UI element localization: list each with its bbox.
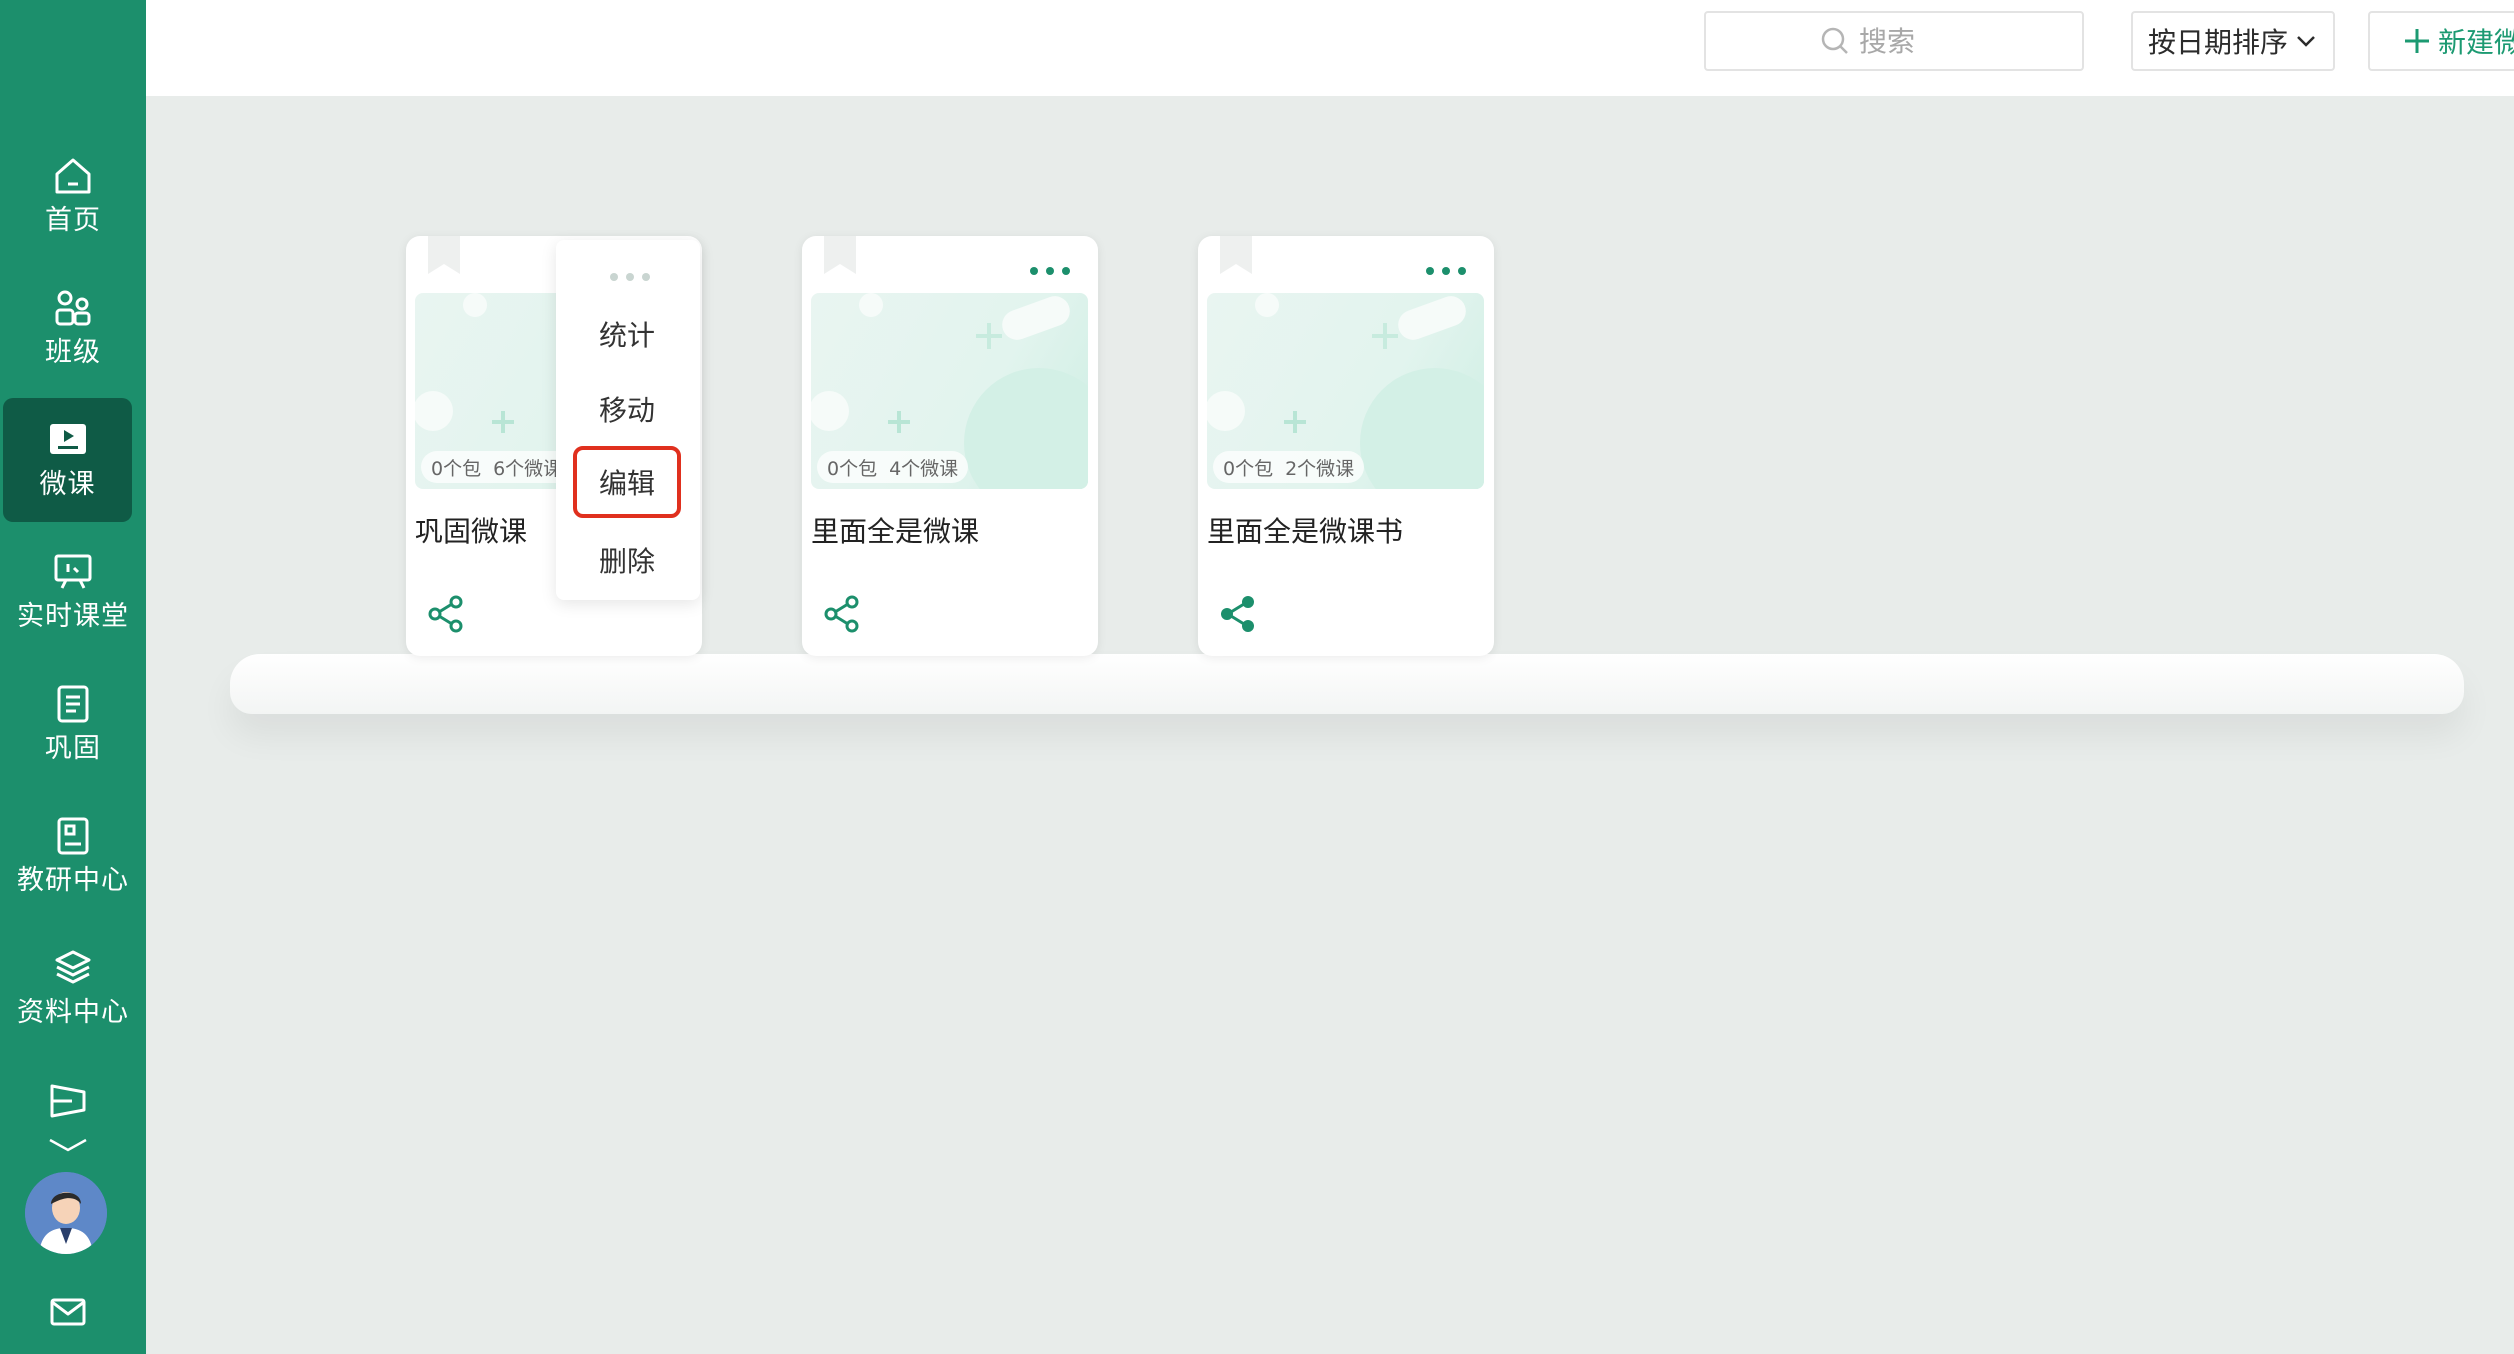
sidebar-item-label: 实时课堂: [17, 601, 129, 632]
package-count: 0个包: [1223, 457, 1274, 480]
menu-item-edit[interactable]: 编辑: [573, 446, 681, 518]
top-bar: 按日期排序 新建微课包: [146, 0, 2514, 96]
bookmark-icon[interactable]: [428, 236, 460, 274]
package-counts: 0个包 6个微课: [421, 451, 573, 483]
package-counts: 0个包 2个微课: [1213, 451, 1365, 483]
sidebar-item-label: 教研中心: [17, 865, 129, 896]
sidebar-item-home[interactable]: 首页: [0, 134, 146, 258]
sidebar-item-research[interactable]: 教研中心: [0, 794, 146, 918]
chevron-down-icon: [2297, 36, 2315, 47]
menu-item-statistics[interactable]: 统计: [573, 298, 681, 370]
users-icon: [55, 290, 91, 326]
package-count: 0个包: [431, 457, 482, 480]
package-cover: 0个包 4个微课: [811, 293, 1088, 489]
notebook-icon: [57, 685, 89, 723]
chevron-down-icon[interactable]: [46, 1128, 90, 1164]
live-class-icon: [54, 554, 92, 589]
search-box[interactable]: [1704, 11, 2084, 71]
menu-item-delete[interactable]: 删除: [573, 524, 681, 596]
package-cover: 0个包 2个微课: [1207, 293, 1484, 489]
card-options-menu: 统计 移动 编辑 删除: [556, 240, 700, 600]
new-package-button[interactable]: 新建微课包: [2368, 11, 2514, 71]
sidebar-item-live-class[interactable]: 实时课堂: [0, 530, 146, 654]
package-title: 巩固微课: [415, 515, 528, 548]
menu-item-move[interactable]: 移动: [573, 373, 681, 445]
package-card[interactable]: 0个包 2个微课 里面全是微课书: [1198, 236, 1494, 656]
share-icon[interactable]: [1218, 594, 1258, 634]
video-lesson-icon: [49, 424, 86, 454]
send-icon[interactable]: [46, 1078, 90, 1122]
share-icon[interactable]: [426, 594, 466, 634]
sort-label: 按日期排序: [2147, 26, 2288, 59]
bookmark-icon[interactable]: [1220, 236, 1252, 274]
sort-dropdown[interactable]: 按日期排序: [2131, 11, 2335, 71]
package-card[interactable]: 0个包 4个微课 里面全是微课: [802, 236, 1098, 656]
lesson-count: 2个微课: [1285, 457, 1355, 480]
user-avatar-icon[interactable]: [25, 1172, 107, 1254]
home-icon: [55, 158, 91, 194]
lesson-count: 4个微课: [889, 457, 959, 480]
sidebar-item-label: 微课: [39, 469, 96, 500]
bookmark-icon[interactable]: [824, 236, 856, 274]
sidebar-item-class[interactable]: 班级: [0, 266, 146, 390]
package-title: 里面全是微课书: [1207, 515, 1404, 548]
mail-icon[interactable]: [46, 1290, 90, 1334]
package-count: 0个包: [827, 457, 878, 480]
sidebar-item-label: 首页: [45, 205, 101, 236]
layers-icon: [55, 950, 91, 984]
share-icon[interactable]: [822, 594, 862, 634]
sidebar: 首页 班级 微课 实时课堂 巩固 教研中心 资料中心: [0, 0, 146, 1354]
sidebar-item-label: 巩固: [45, 733, 101, 764]
plus-icon: [2404, 29, 2429, 53]
sidebar-item-resources[interactable]: 资料中心: [0, 926, 146, 1050]
more-options-icon[interactable]: [1030, 264, 1070, 278]
more-options-icon[interactable]: [610, 270, 650, 284]
sidebar-item-label: 资料中心: [17, 997, 129, 1028]
sidebar-item-label: 班级: [45, 337, 101, 368]
more-options-icon[interactable]: [1426, 264, 1466, 278]
search-input[interactable]: [1859, 24, 1969, 58]
package-title: 里面全是微课: [811, 515, 980, 548]
lesson-count: 6个微课: [493, 457, 563, 480]
package-counts: 0个包 4个微课: [817, 451, 969, 483]
new-package-label: 新建微课包: [2437, 26, 2514, 59]
bookshelf: [230, 654, 2464, 714]
search-icon: [1821, 27, 1848, 54]
sidebar-item-consolidate[interactable]: 巩固: [0, 662, 146, 786]
research-icon: [57, 817, 89, 855]
sidebar-item-microlesson[interactable]: 微课: [3, 398, 132, 522]
